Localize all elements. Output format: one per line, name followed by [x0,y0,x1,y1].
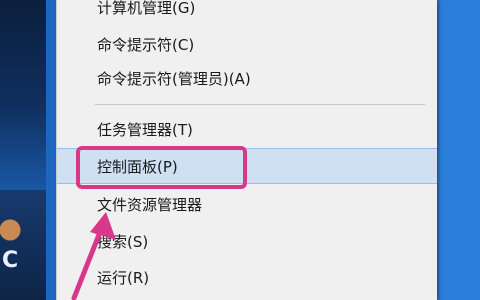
menu-item-command-prompt-admin[interactable]: 命令提示符(管理员)(A) [57,63,437,93]
menu-item-task-manager[interactable]: 任务管理器(T) [57,114,437,144]
menu-item-computer-management[interactable]: 计算机管理(G) [57,0,437,22]
menu-item-label: 计算机管理(G) [97,0,196,17]
menu-item-label: 命令提示符(管理员)(A) [97,69,251,88]
annotation-arrow-icon [71,212,116,300]
menu-item-command-prompt[interactable]: 命令提示符(C) [57,29,437,59]
desktop-partial-text: C [2,248,19,273]
menu-item-label: 任务管理器(T) [97,120,193,139]
menu-separator [95,104,425,105]
highlight-annotation-box [76,146,247,189]
menu-item-label: 命令提示符(C) [97,35,195,54]
